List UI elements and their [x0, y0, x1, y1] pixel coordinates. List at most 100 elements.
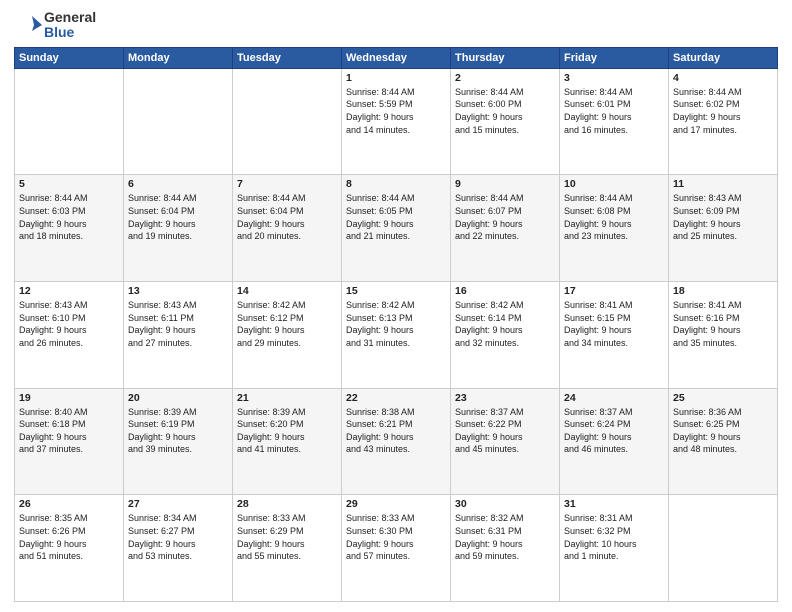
day-info: Sunrise: 8:41 AM Sunset: 6:16 PM Dayligh…: [673, 299, 773, 349]
calendar-cell: 27 Sunrise: 8:34 AM Sunset: 6:27 PM Dayli…: [124, 495, 233, 602]
day-info: Sunrise: 8:44 AM Sunset: 6:07 PM Dayligh…: [455, 192, 555, 242]
header: GeneralBlue: [14, 10, 778, 41]
calendar-cell: 10 Sunrise: 8:44 AM Sunset: 6:08 PM Dayli…: [560, 175, 669, 282]
day-info: Sunrise: 8:39 AM Sunset: 6:20 PM Dayligh…: [237, 406, 337, 456]
calendar-cell: 17 Sunrise: 8:41 AM Sunset: 6:15 PM Dayli…: [560, 282, 669, 389]
day-number: 24: [564, 392, 664, 404]
calendar-cell: 13Sunrise: 8:43 AM Sunset: 6:11 PM Dayli…: [124, 282, 233, 389]
day-number: 14: [237, 285, 337, 297]
calendar-cell: 8Sunrise: 8:44 AM Sunset: 6:05 PM Daylig…: [342, 175, 451, 282]
day-info: Sunrise: 8:42 AM Sunset: 6:13 PM Dayligh…: [346, 299, 446, 349]
day-info: Sunrise: 8:38 AM Sunset: 6:21 PM Dayligh…: [346, 406, 446, 456]
day-number: 1: [346, 72, 446, 84]
calendar-cell: 18 Sunrise: 8:41 AM Sunset: 6:16 PM Dayli…: [669, 282, 778, 389]
day-number: 25: [673, 392, 773, 404]
day-number: 26: [19, 498, 119, 510]
calendar-cell: 2 Sunrise: 8:44 AM Sunset: 6:00 PM Daylig…: [451, 68, 560, 175]
day-info: Sunrise: 8:37 AM Sunset: 6:24 PM Dayligh…: [564, 406, 664, 456]
day-info: Sunrise: 8:42 AM Sunset: 6:14 PM Dayligh…: [455, 299, 555, 349]
calendar-cell: 7Sunrise: 8:44 AM Sunset: 6:04 PM Daylig…: [233, 175, 342, 282]
calendar-cell: 5Sunrise: 8:44 AM Sunset: 6:03 PM Daylig…: [15, 175, 124, 282]
day-info: Sunrise: 8:40 AM Sunset: 6:18 PM Dayligh…: [19, 406, 119, 456]
logo-text: GeneralBlue: [44, 10, 96, 41]
calendar-cell: 15 Sunrise: 8:42 AM Sunset: 6:13 PM Dayli…: [342, 282, 451, 389]
day-info: Sunrise: 8:31 AM Sunset: 6:32 PM Dayligh…: [564, 512, 664, 562]
calendar-cell: 20Sunrise: 8:39 AM Sunset: 6:19 PM Dayli…: [124, 388, 233, 495]
day-info: Sunrise: 8:44 AM Sunset: 6:00 PM Dayligh…: [455, 86, 555, 136]
calendar-cell: 25 Sunrise: 8:36 AM Sunset: 6:25 PM Dayli…: [669, 388, 778, 495]
calendar-cell: 9 Sunrise: 8:44 AM Sunset: 6:07 PM Daylig…: [451, 175, 560, 282]
day-number: 22: [346, 392, 446, 404]
day-info: Sunrise: 8:42 AM Sunset: 6:12 PM Dayligh…: [237, 299, 337, 349]
calendar-week-1: 1 Sunrise: 8:44 AM Sunset: 5:59 PM Daylig…: [15, 68, 778, 175]
day-number: 30: [455, 498, 555, 510]
weekday-header-monday: Monday: [124, 47, 233, 68]
day-number: 29: [346, 498, 446, 510]
calendar-cell: [669, 495, 778, 602]
day-number: 10: [564, 178, 664, 190]
day-info: Sunrise: 8:33 AM Sunset: 6:29 PM Dayligh…: [237, 512, 337, 562]
calendar-cell: 4 Sunrise: 8:44 AM Sunset: 6:02 PM Daylig…: [669, 68, 778, 175]
day-info: Sunrise: 8:34 AM Sunset: 6:27 PM Dayligh…: [128, 512, 228, 562]
day-info: Sunrise: 8:44 AM Sunset: 6:01 PM Dayligh…: [564, 86, 664, 136]
calendar-cell: 6 Sunrise: 8:44 AM Sunset: 6:04 PM Daylig…: [124, 175, 233, 282]
calendar-cell: 23Sunrise: 8:37 AM Sunset: 6:22 PM Dayli…: [451, 388, 560, 495]
calendar-cell: [233, 68, 342, 175]
day-number: 5: [19, 178, 119, 190]
day-number: 23: [455, 392, 555, 404]
day-info: Sunrise: 8:41 AM Sunset: 6:15 PM Dayligh…: [564, 299, 664, 349]
day-info: Sunrise: 8:44 AM Sunset: 5:59 PM Dayligh…: [346, 86, 446, 136]
calendar-cell: 28Sunrise: 8:33 AM Sunset: 6:29 PM Dayli…: [233, 495, 342, 602]
day-info: Sunrise: 8:39 AM Sunset: 6:19 PM Dayligh…: [128, 406, 228, 456]
day-info: Sunrise: 8:44 AM Sunset: 6:04 PM Dayligh…: [128, 192, 228, 242]
calendar-table: SundayMondayTuesdayWednesdayThursdayFrid…: [14, 47, 778, 602]
calendar-cell: 12 Sunrise: 8:43 AM Sunset: 6:10 PM Dayli…: [15, 282, 124, 389]
calendar-cell: 26 Sunrise: 8:35 AM Sunset: 6:26 PM Dayli…: [15, 495, 124, 602]
day-number: 17: [564, 285, 664, 297]
weekday-header-row: SundayMondayTuesdayWednesdayThursdayFrid…: [15, 47, 778, 68]
weekday-header-friday: Friday: [560, 47, 669, 68]
day-number: 15: [346, 285, 446, 297]
day-number: 8: [346, 178, 446, 190]
calendar-cell: 11Sunrise: 8:43 AM Sunset: 6:09 PM Dayli…: [669, 175, 778, 282]
day-number: 13: [128, 285, 228, 297]
calendar-cell: 19Sunrise: 8:40 AM Sunset: 6:18 PM Dayli…: [15, 388, 124, 495]
logo: GeneralBlue: [14, 10, 96, 41]
calendar-week-5: 26 Sunrise: 8:35 AM Sunset: 6:26 PM Dayli…: [15, 495, 778, 602]
day-number: 6: [128, 178, 228, 190]
day-number: 3: [564, 72, 664, 84]
day-number: 16: [455, 285, 555, 297]
calendar-week-2: 5Sunrise: 8:44 AM Sunset: 6:03 PM Daylig…: [15, 175, 778, 282]
calendar-cell: [15, 68, 124, 175]
weekday-header-wednesday: Wednesday: [342, 47, 451, 68]
day-number: 18: [673, 285, 773, 297]
day-info: Sunrise: 8:36 AM Sunset: 6:25 PM Dayligh…: [673, 406, 773, 456]
day-info: Sunrise: 8:35 AM Sunset: 6:26 PM Dayligh…: [19, 512, 119, 562]
weekday-header-sunday: Sunday: [15, 47, 124, 68]
calendar-cell: 24 Sunrise: 8:37 AM Sunset: 6:24 PM Dayli…: [560, 388, 669, 495]
day-number: 27: [128, 498, 228, 510]
day-info: Sunrise: 8:32 AM Sunset: 6:31 PM Dayligh…: [455, 512, 555, 562]
day-number: 31: [564, 498, 664, 510]
calendar-cell: 30 Sunrise: 8:32 AM Sunset: 6:31 PM Dayli…: [451, 495, 560, 602]
page: GeneralBlue SundayMondayTuesdayWednesday…: [0, 0, 792, 612]
calendar-cell: 22 Sunrise: 8:38 AM Sunset: 6:21 PM Dayli…: [342, 388, 451, 495]
day-number: 4: [673, 72, 773, 84]
weekday-header-thursday: Thursday: [451, 47, 560, 68]
calendar-cell: 29 Sunrise: 8:33 AM Sunset: 6:30 PM Dayli…: [342, 495, 451, 602]
day-info: Sunrise: 8:33 AM Sunset: 6:30 PM Dayligh…: [346, 512, 446, 562]
day-number: 12: [19, 285, 119, 297]
day-info: Sunrise: 8:43 AM Sunset: 6:10 PM Dayligh…: [19, 299, 119, 349]
logo-bird-icon: [14, 11, 42, 39]
day-info: Sunrise: 8:44 AM Sunset: 6:02 PM Dayligh…: [673, 86, 773, 136]
calendar-cell: 16 Sunrise: 8:42 AM Sunset: 6:14 PM Dayli…: [451, 282, 560, 389]
day-info: Sunrise: 8:44 AM Sunset: 6:08 PM Dayligh…: [564, 192, 664, 242]
day-info: Sunrise: 8:44 AM Sunset: 6:04 PM Dayligh…: [237, 192, 337, 242]
day-number: 2: [455, 72, 555, 84]
weekday-header-tuesday: Tuesday: [233, 47, 342, 68]
calendar-cell: 3 Sunrise: 8:44 AM Sunset: 6:01 PM Daylig…: [560, 68, 669, 175]
calendar-cell: 1 Sunrise: 8:44 AM Sunset: 5:59 PM Daylig…: [342, 68, 451, 175]
day-number: 9: [455, 178, 555, 190]
weekday-header-saturday: Saturday: [669, 47, 778, 68]
calendar-cell: 31 Sunrise: 8:31 AM Sunset: 6:32 PM Dayli…: [560, 495, 669, 602]
